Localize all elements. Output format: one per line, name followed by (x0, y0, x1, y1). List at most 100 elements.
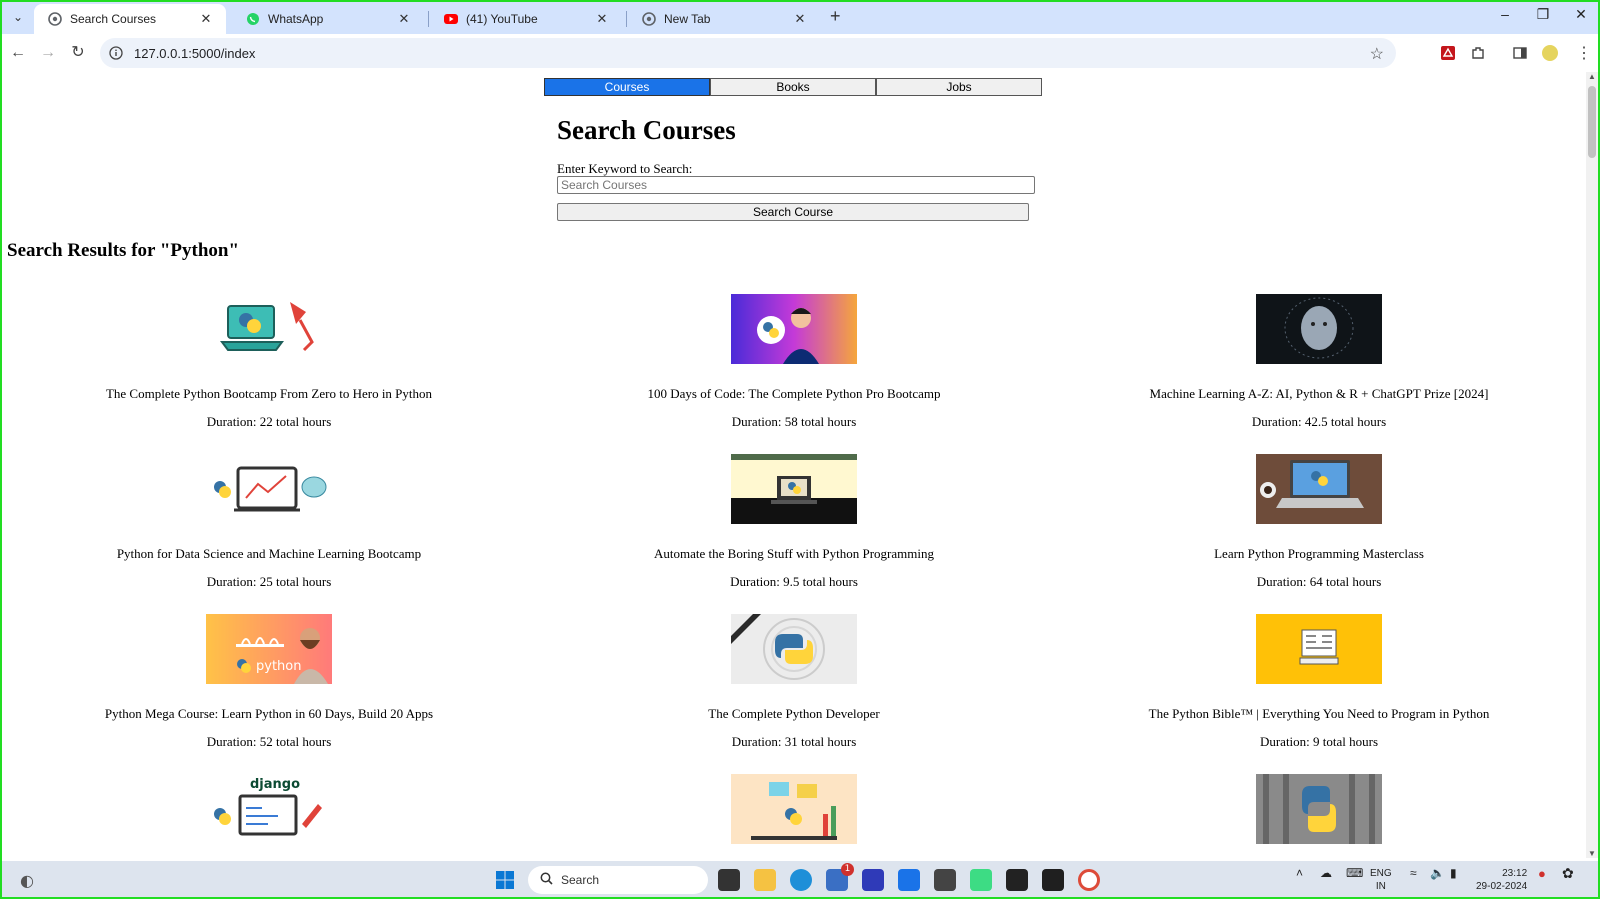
clock[interactable]: 23:12 29-02-2024 (1476, 867, 1527, 893)
minimize-button[interactable]: – (1490, 6, 1520, 22)
close-icon[interactable]: ✕ (594, 11, 610, 27)
terminal-icon[interactable] (1042, 869, 1064, 891)
tab-courses[interactable]: Courses (544, 78, 710, 96)
close-window-button[interactable]: ✕ (1566, 6, 1596, 23)
course-thumbnail[interactable] (731, 294, 857, 364)
close-icon[interactable]: ✕ (396, 11, 412, 27)
address-bar[interactable]: 127.0.0.1:5000/index ☆ (100, 38, 1396, 68)
results-title: Search Results for "Python" (7, 240, 240, 261)
scroll-up-arrow-icon[interactable]: ▲ (1588, 72, 1596, 81)
info-icon[interactable] (108, 45, 124, 61)
clock-date: 29-02-2024 (1476, 881, 1528, 892)
course-card[interactable]: django (7, 774, 531, 858)
course-card[interactable]: Learn Python Programming Masterclass Dur… (1057, 454, 1581, 590)
battery-icon[interactable]: ▮ (1450, 867, 1457, 880)
course-card[interactable] (532, 774, 1056, 858)
clock-time: 23:12 (1502, 868, 1528, 879)
course-card[interactable]: The Python Bible™ | Everything You Need … (1057, 614, 1581, 750)
side-panel-icon[interactable] (1510, 43, 1530, 63)
course-name[interactable]: Python Mega Course: Learn Python in 60 D… (7, 706, 531, 722)
microsoft-store-icon[interactable]: 1 (826, 863, 854, 891)
scrollbar-thumb[interactable] (1588, 86, 1596, 158)
course-thumbnail[interactable] (206, 454, 332, 524)
search-input[interactable] (557, 176, 1035, 194)
course-name[interactable]: The Complete Python Developer (532, 706, 1056, 722)
browser-tab-whatsapp[interactable]: WhatsApp ✕ (232, 4, 424, 34)
course-name[interactable]: Learn Python Programming Masterclass (1057, 546, 1581, 562)
bookmark-star-icon[interactable]: ☆ (1370, 44, 1384, 64)
course-name[interactable]: The Python Bible™ | Everything You Need … (1057, 706, 1581, 722)
copilot-icon[interactable]: ✿ (1562, 866, 1574, 880)
back-button[interactable]: ← (8, 43, 28, 63)
course-card[interactable] (1057, 774, 1581, 858)
browser-tab-search-courses[interactable]: Search Courses ✕ (34, 4, 226, 34)
page-scrollbar[interactable]: ▲ ▼ (1586, 72, 1598, 858)
browser-tab-youtube[interactable]: (41) YouTube ✕ (430, 4, 622, 34)
course-card[interactable]: Machine Learning A-Z: AI, Python & R + C… (1057, 294, 1581, 430)
file-explorer-icon[interactable] (754, 869, 776, 891)
course-thumbnail[interactable] (1256, 774, 1382, 844)
course-thumbnail[interactable] (206, 294, 332, 364)
course-card[interactable]: The Complete Python Developer Duration: … (532, 614, 1056, 750)
close-icon[interactable]: ✕ (792, 11, 808, 27)
course-thumbnail[interactable] (731, 454, 857, 524)
pdf-extension-icon[interactable] (1438, 43, 1458, 63)
search-label: Enter Keyword to Search: (557, 161, 693, 176)
new-tab-button[interactable]: + (830, 6, 841, 27)
edge-icon[interactable] (790, 869, 812, 891)
task-view-icon[interactable] (718, 869, 740, 891)
course-duration: Duration: 25 total hours (206, 574, 332, 589)
windows-start-icon[interactable] (494, 869, 516, 891)
tab-title: Search Courses (70, 12, 157, 26)
tab-books[interactable]: Books (710, 78, 876, 96)
visual-studio-icon[interactable] (862, 869, 884, 891)
region-code: IN (1375, 881, 1386, 892)
course-card[interactable]: Automate the Boring Stuff with Python Pr… (532, 454, 1056, 590)
course-thumbnail[interactable] (1256, 454, 1382, 524)
course-card[interactable]: python Python Mega Course: Learn Python … (7, 614, 531, 750)
course-thumbnail[interactable] (731, 614, 857, 684)
tab-search-button[interactable]: ⌄ (8, 8, 28, 26)
course-card[interactable]: Python for Data Science and Machine Lear… (7, 454, 531, 590)
course-thumbnail[interactable] (1256, 614, 1382, 684)
category-nav: Courses Books Jobs (544, 78, 1042, 96)
course-card[interactable]: 100 Days of Code: The Complete Python Pr… (532, 294, 1056, 430)
close-icon[interactable]: ✕ (198, 11, 214, 27)
course-name[interactable]: Machine Learning A-Z: AI, Python & R + C… (1057, 386, 1581, 402)
extensions-puzzle-icon[interactable] (1468, 43, 1488, 63)
search-form: Search Courses Enter Keyword to Search: … (557, 112, 1057, 221)
search-course-button[interactable]: Search Course (557, 203, 1029, 221)
tab-jobs[interactable]: Jobs (876, 78, 1042, 96)
chrome-taskbar-icon[interactable] (1078, 869, 1100, 891)
course-thumbnail[interactable] (731, 774, 857, 844)
course-name[interactable]: Python for Data Science and Machine Lear… (7, 546, 531, 562)
weather-icon[interactable]: ◐ (16, 869, 38, 891)
page-title: Search Courses (557, 115, 736, 145)
wifi-icon[interactable]: ≈ (1410, 867, 1417, 880)
course-name[interactable]: 100 Days of Code: The Complete Python Pr… (532, 386, 1056, 402)
browser-menu-icon[interactable]: ⋮ (1574, 43, 1594, 63)
course-thumbnail[interactable] (1256, 294, 1382, 364)
language-indicator[interactable]: ENG IN (1370, 867, 1392, 893)
course-name[interactable]: Automate the Boring Stuff with Python Pr… (532, 546, 1056, 562)
sticky-notes-icon[interactable] (1006, 869, 1028, 891)
course-card[interactable]: The Complete Python Bootcamp From Zero t… (7, 294, 531, 430)
course-name[interactable]: The Complete Python Bootcamp From Zero t… (7, 386, 531, 402)
scroll-down-arrow-icon[interactable]: ▼ (1588, 849, 1596, 858)
mail-icon[interactable] (898, 869, 920, 891)
browser-tab-new-tab[interactable]: New Tab ✕ (628, 4, 820, 34)
course-thumbnail[interactable]: django (206, 774, 332, 844)
course-thumbnail[interactable]: python (206, 614, 332, 684)
onedrive-icon[interactable]: ☁ (1320, 867, 1332, 880)
settings-app-icon[interactable] (934, 869, 956, 891)
android-studio-icon[interactable] (970, 869, 992, 891)
taskbar-search[interactable]: Search (528, 866, 708, 894)
keyboard-icon[interactable]: ⌨ (1346, 867, 1363, 880)
restore-button[interactable]: ❐ (1528, 6, 1558, 23)
speaker-muted-icon[interactable]: 🔈 (1430, 867, 1445, 880)
profile-avatar[interactable] (1540, 43, 1560, 63)
reload-button[interactable]: ↻ (68, 43, 88, 63)
forward-button[interactable]: → (38, 43, 58, 63)
notification-bell-icon[interactable]: ● (1538, 867, 1546, 880)
show-hidden-icons-chevron-icon[interactable]: ˄ (1296, 867, 1303, 880)
